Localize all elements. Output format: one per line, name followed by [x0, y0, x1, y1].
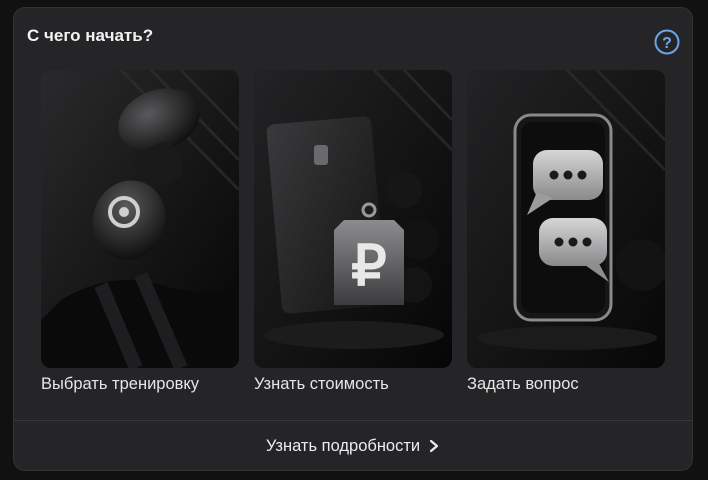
tile-label-price[interactable]: Узнать стоимость — [254, 375, 389, 394]
learn-more-label[interactable]: Узнать подробности — [266, 437, 420, 456]
tile-label-question[interactable]: Задать вопрос — [467, 375, 579, 394]
card-title: С чего начать? — [27, 26, 154, 45]
question-circle-icon[interactable]: ? — [654, 29, 680, 55]
chevron-right-icon[interactable] — [428, 439, 440, 453]
ruble-glyph: ₽ — [351, 234, 387, 297]
phone-chat-image — [467, 70, 665, 368]
learn-more-button[interactable]: Узнать подробности — [14, 421, 692, 471]
tile-ask-question[interactable] — [467, 70, 665, 368]
help-glyph: ? — [662, 35, 672, 52]
price-tag-image: ₽ — [254, 70, 452, 368]
tile-find-price[interactable]: ₽ — [254, 70, 452, 368]
boxing-gloves-image — [41, 70, 239, 368]
tile-choose-training[interactable] — [41, 70, 239, 368]
tile-label-training[interactable]: Выбрать тренировку — [41, 375, 199, 394]
start-card: С чего начать? ? Выбрать тренировку ₽ Уз… — [13, 7, 693, 471]
